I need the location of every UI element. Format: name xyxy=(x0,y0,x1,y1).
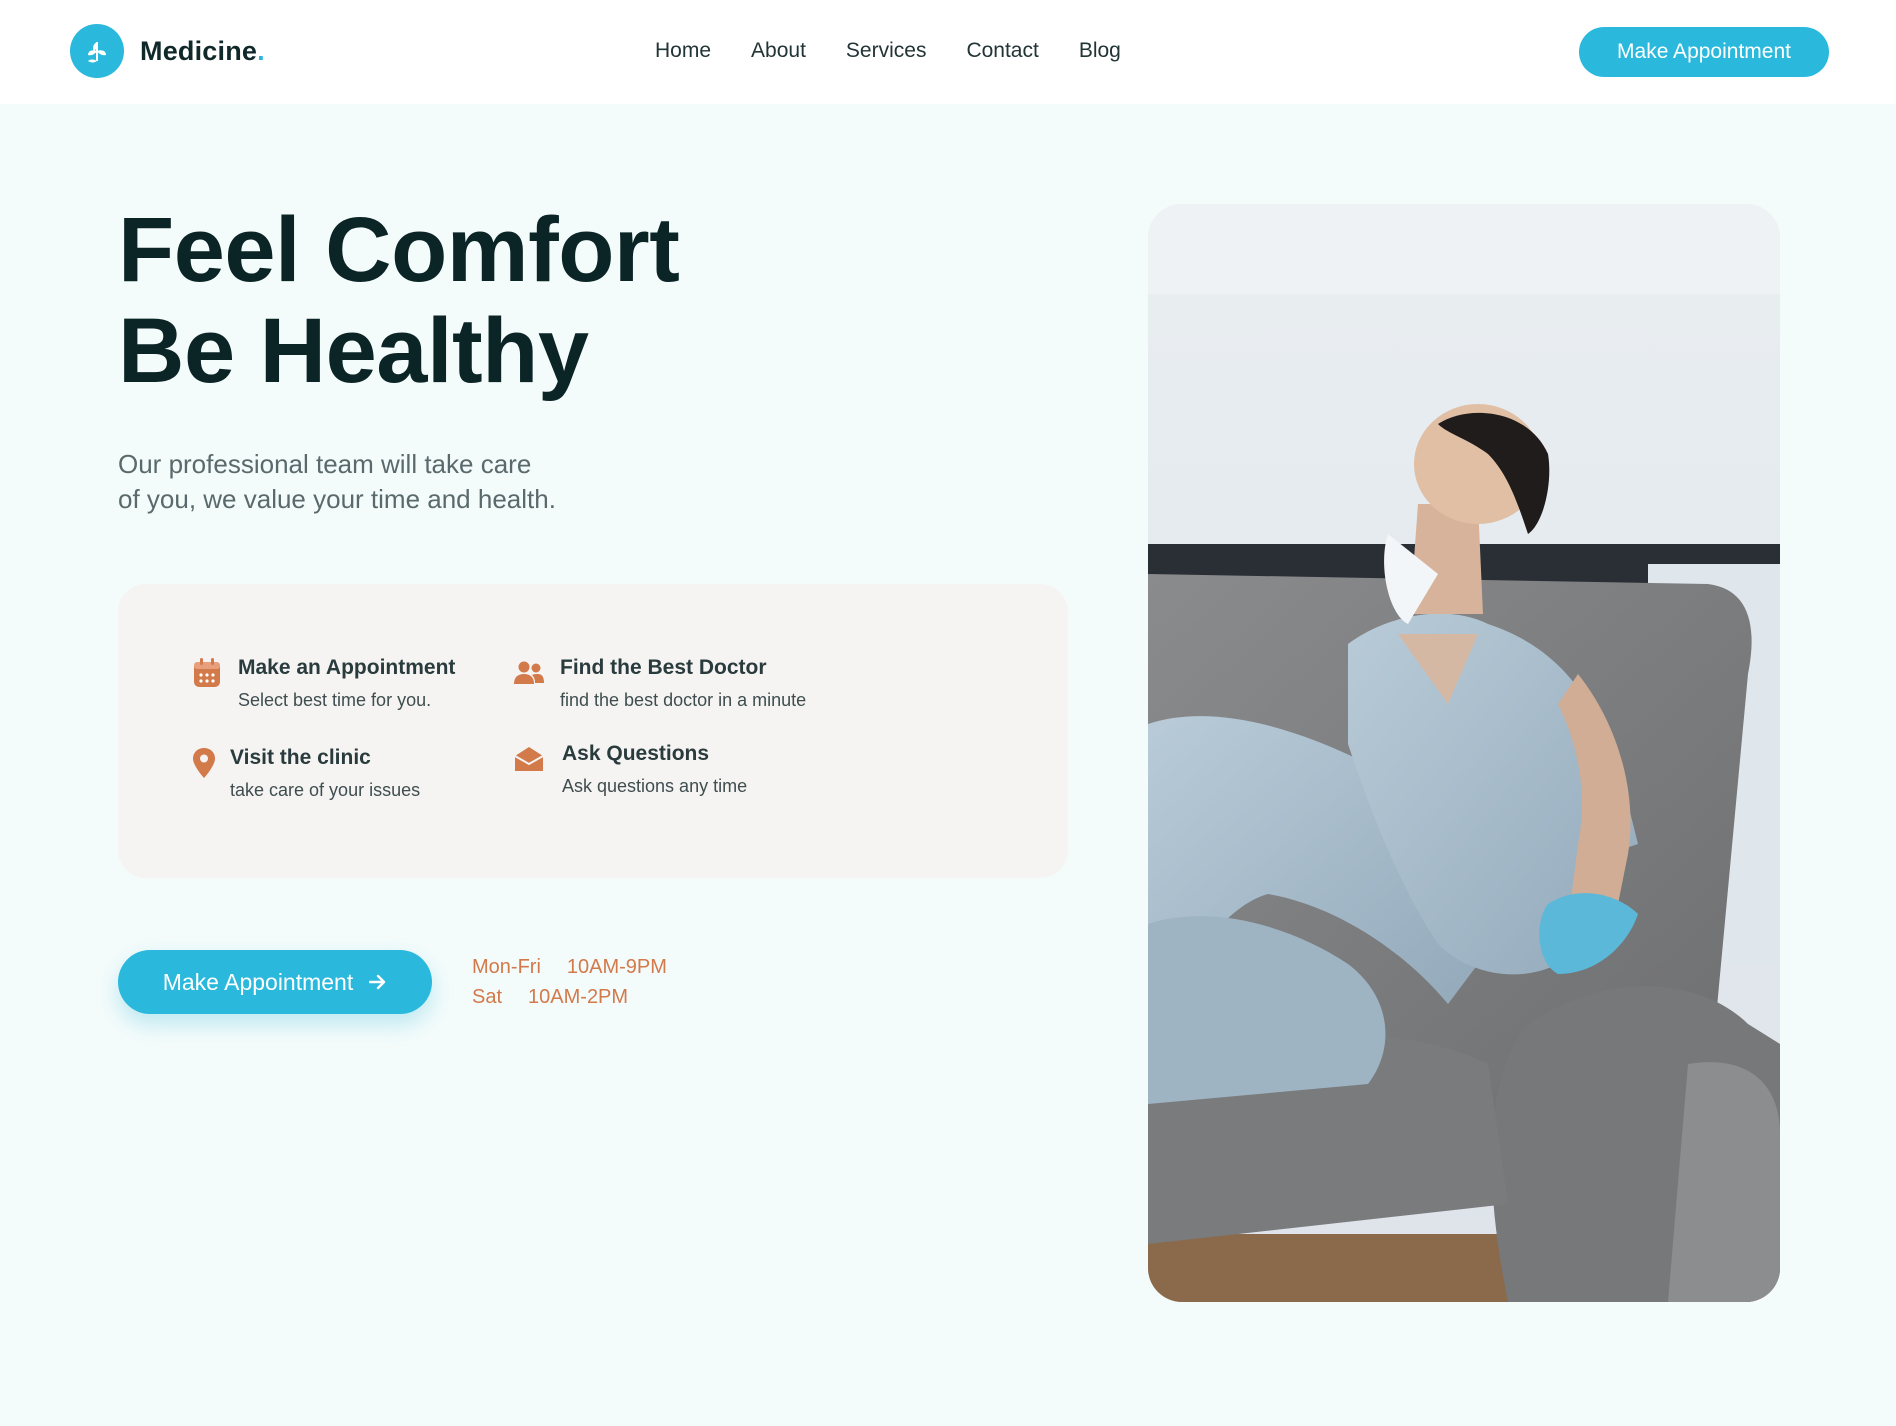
hero-subtitle-line-1: Our professional team will take care xyxy=(118,449,532,479)
nav-blog[interactable]: Blog xyxy=(1079,36,1121,66)
hero-title-line-2: Be Healthy xyxy=(118,300,589,402)
envelope-icon xyxy=(512,742,546,776)
opening-hours: Mon-Fri 10AM-9PM Sat 10AM-2PM xyxy=(472,952,667,1012)
feature-title: Ask Questions xyxy=(562,742,710,765)
hours-time: 10AM-2PM xyxy=(528,986,629,1008)
feature-visit-clinic[interactable]: Visit the clinic take care of your issue… xyxy=(190,744,420,804)
feature-desc: take care of your issues xyxy=(230,780,421,800)
hero-subtitle: Our professional team will take care of … xyxy=(118,447,638,517)
features-card: Make an Appointment Select best time for… xyxy=(118,584,1068,878)
leaf-logo-icon xyxy=(70,24,124,78)
make-appointment-label: Make Appointment xyxy=(162,968,354,995)
make-appointment-button[interactable]: Make Appointment xyxy=(118,950,432,1014)
feature-desc: Select best time for you. xyxy=(238,690,432,710)
hero-title-line-1: Feel Comfort xyxy=(118,199,680,301)
nav-home[interactable]: Home xyxy=(655,36,711,66)
hero-title: Feel Comfort Be Healthy xyxy=(118,199,680,402)
feature-desc: find the best doctor in a minute xyxy=(560,690,807,710)
brand-name: Medicine. xyxy=(140,35,265,66)
calendar-icon xyxy=(190,656,224,690)
nav-services[interactable]: Services xyxy=(846,36,927,66)
users-icon xyxy=(512,656,546,690)
nav-contact[interactable]: Contact xyxy=(966,36,1038,66)
site-header: Medicine. Home About Services Contact Bl… xyxy=(0,0,1896,104)
feature-title: Visit the clinic xyxy=(230,746,371,769)
hero-photo-nurse-resting xyxy=(1148,204,1780,1302)
hours-time: 10AM-9PM xyxy=(566,956,667,978)
feature-desc: Ask questions any time xyxy=(562,776,748,796)
main-nav: Home About Services Contact Blog xyxy=(655,36,1161,66)
brand-logo[interactable]: Medicine. xyxy=(70,24,265,78)
nav-about[interactable]: About xyxy=(751,36,806,66)
feature-make-appointment[interactable]: Make an Appointment Select best time for… xyxy=(190,654,455,714)
hero-subtitle-line-2: of you, we value your time and health. xyxy=(118,484,556,514)
hours-days: Mon-Fri xyxy=(472,956,541,978)
feature-title: Make an Appointment xyxy=(238,656,456,679)
header-make-appointment-button[interactable]: Make Appointment xyxy=(1579,27,1829,77)
hours-row-saturday: Sat 10AM-2PM xyxy=(472,982,667,1012)
feature-title: Find the Best Doctor xyxy=(560,656,767,679)
hours-row-weekdays: Mon-Fri 10AM-9PM xyxy=(472,952,667,982)
feature-ask-questions[interactable]: Ask Questions Ask questions any time xyxy=(512,740,747,800)
hours-days: Sat xyxy=(472,986,503,1008)
arrow-right-icon xyxy=(369,974,387,990)
map-pin-icon xyxy=(190,746,218,780)
feature-find-doctor[interactable]: Find the Best Doctor find the best docto… xyxy=(512,654,806,714)
